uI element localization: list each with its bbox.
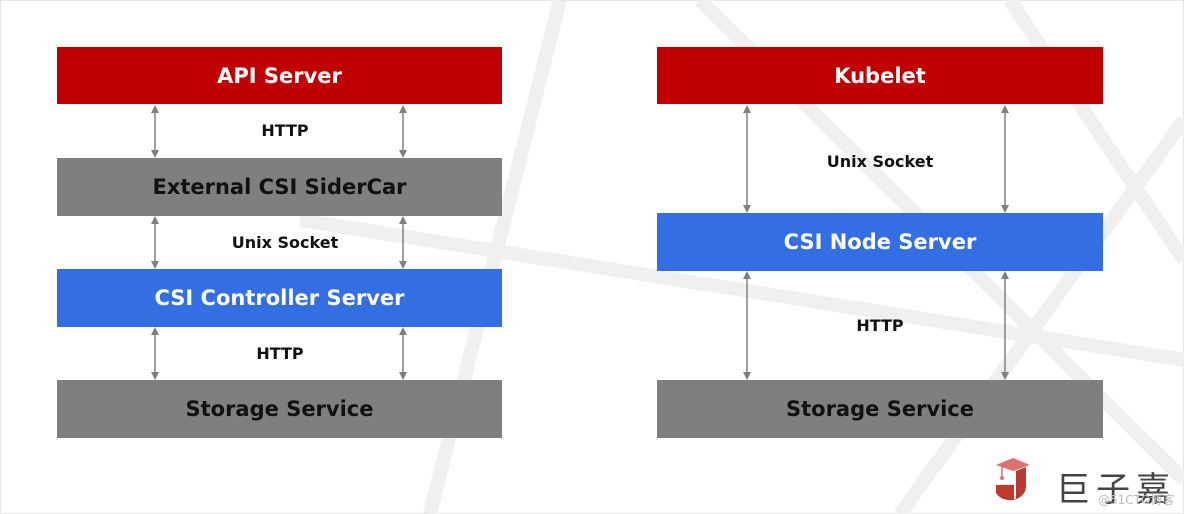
graduation-cap-j-logo-icon <box>996 458 1030 501</box>
arrows <box>151 105 1009 380</box>
watermark: @51CTO博客 <box>1098 493 1175 507</box>
